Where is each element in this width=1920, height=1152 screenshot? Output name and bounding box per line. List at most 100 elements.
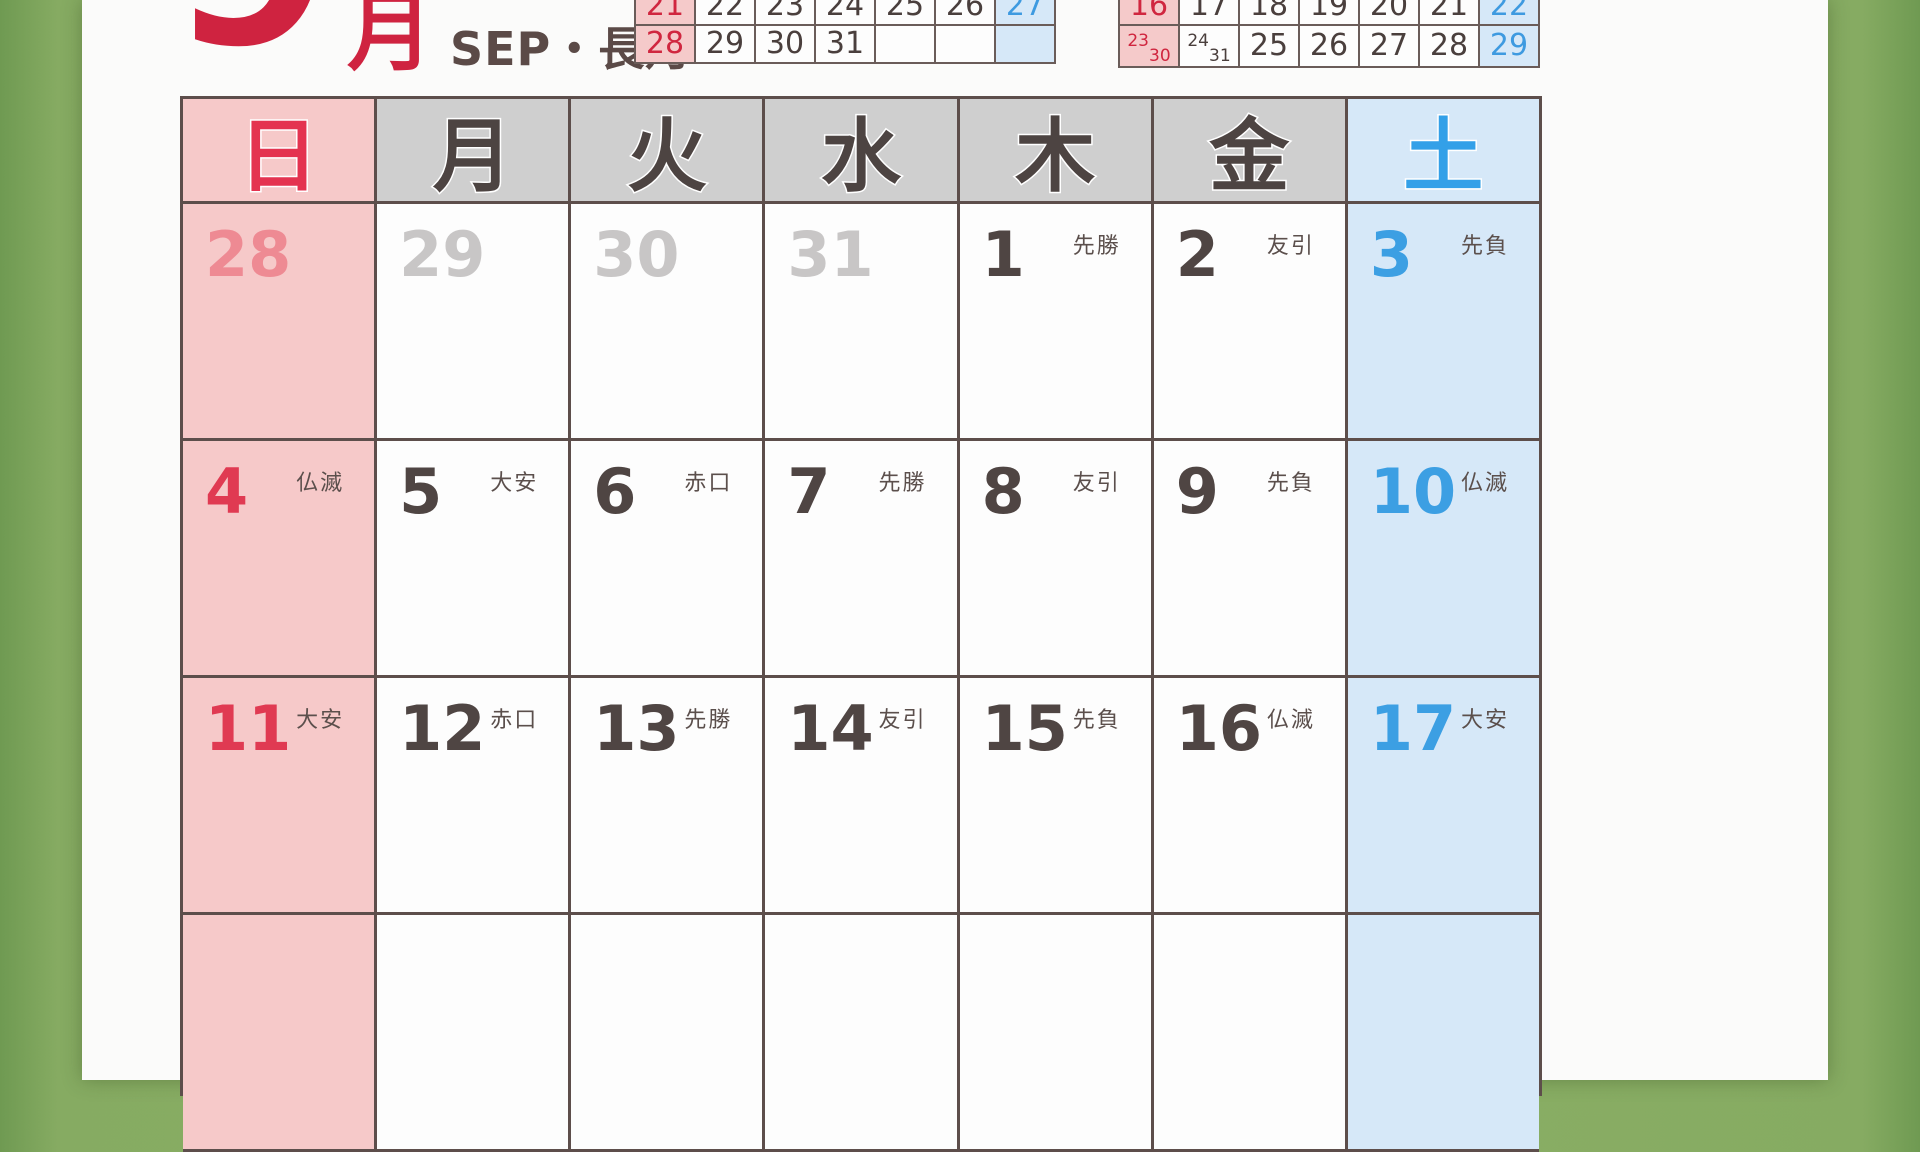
month-kanji: 月 bbox=[347, 0, 433, 83]
day-number: 12 bbox=[399, 692, 486, 765]
day-cell[interactable] bbox=[959, 915, 1154, 1152]
day-cell[interactable]: 5 大安 bbox=[377, 441, 572, 678]
weekday-header-row: 日月 火 水 木金土 bbox=[183, 99, 1539, 205]
day-number: 31 bbox=[787, 218, 874, 291]
mini-calendar-next: 16 17 18 19 20 21 22 2330 2431 25 26 27 28 29 bbox=[1118, 0, 1540, 68]
rokuyo-label: 仏滅 bbox=[1266, 708, 1315, 733]
mini-calendar-day bbox=[934, 24, 996, 64]
mini-calendar-day: 25 bbox=[874, 0, 936, 26]
mini-calendar-day: 25 bbox=[1238, 24, 1300, 68]
day-cell[interactable]: 17 大安 bbox=[1347, 678, 1539, 915]
rokuyo-label: 友引 bbox=[1266, 234, 1315, 259]
mini-calendar-day: 27 bbox=[1358, 24, 1420, 68]
day-number: 7 bbox=[787, 455, 831, 528]
mini-calendar-row: 21 22 23 24 25 26 27 bbox=[634, 0, 1056, 26]
mini-calendar-day: 22 bbox=[1478, 0, 1540, 26]
day-cell[interactable]: 13 先勝 bbox=[571, 678, 766, 915]
mini-calendar-day: 21 bbox=[1418, 0, 1480, 26]
weekday-header-cell: 土 bbox=[1347, 99, 1539, 205]
mini-calendar-row: 16 17 18 19 20 21 22 bbox=[1118, 0, 1540, 26]
rokuyo-label: 仏滅 bbox=[1460, 471, 1509, 496]
weekday-label: 月 bbox=[431, 109, 514, 205]
mini-calendar-day: 2431 bbox=[1178, 24, 1240, 68]
day-number: 15 bbox=[981, 692, 1068, 765]
day-cell[interactable]: 3 先負 bbox=[1347, 204, 1539, 441]
rokuyo-label: 大安 bbox=[490, 471, 539, 496]
mini-calendar-day: 18 bbox=[1238, 0, 1300, 26]
day-number: 4 bbox=[205, 455, 249, 528]
day-number: 29 bbox=[399, 218, 486, 291]
weekday-label: 火 bbox=[625, 109, 708, 205]
mini-calendar-day: 24 bbox=[814, 0, 876, 26]
day-cell[interactable]: 6 赤口 bbox=[571, 441, 766, 678]
rokuyo-label: 先勝 bbox=[684, 708, 733, 733]
rokuyo-label: 大安 bbox=[1460, 708, 1509, 733]
day-number: 13 bbox=[593, 692, 680, 765]
day-cell[interactable]: 16 仏滅 bbox=[1153, 678, 1348, 915]
week-row: 28 29 30 31 1 先勝 2 友引 3 先負 bbox=[183, 204, 1539, 441]
mini-calendar-day: 26 bbox=[1298, 24, 1360, 68]
day-number: 1 bbox=[981, 218, 1025, 291]
mini-calendar-row: 2330 2431 25 26 27 28 29 bbox=[1118, 24, 1540, 68]
day-cell[interactable]: 2 友引 bbox=[1153, 204, 1348, 441]
week-row: 4 仏滅 5 大安 6 赤口 7 先勝 8 友引 9 先負 10 仏滅 bbox=[183, 441, 1539, 678]
day-cell[interactable]: 14 友引 bbox=[765, 678, 960, 915]
day-cell[interactable]: 30 bbox=[571, 204, 766, 441]
mini-calendar-day: 30 bbox=[754, 24, 816, 64]
day-cell[interactable]: 12 赤口 bbox=[377, 678, 572, 915]
day-cell[interactable]: 28 bbox=[183, 204, 378, 441]
mini-day-number: 24 bbox=[1187, 31, 1209, 51]
day-cell[interactable] bbox=[571, 915, 766, 1152]
day-number: 9 bbox=[1175, 455, 1219, 528]
day-cell[interactable]: 11 大安 bbox=[183, 678, 378, 915]
day-cell[interactable]: 8 友引 bbox=[959, 441, 1154, 678]
day-number: 14 bbox=[787, 692, 874, 765]
day-cell[interactable]: 10 仏滅 bbox=[1347, 441, 1539, 678]
mini-day-number: 23 bbox=[1127, 31, 1149, 51]
day-cell[interactable] bbox=[1347, 915, 1539, 1152]
day-number: 28 bbox=[205, 218, 292, 291]
week-row bbox=[183, 915, 1539, 1152]
rokuyo-label: 先負 bbox=[1460, 234, 1509, 259]
day-cell[interactable]: 9 先負 bbox=[1153, 441, 1348, 678]
weekday-label: 木 bbox=[1014, 109, 1097, 205]
day-cell[interactable]: 4 仏滅 bbox=[183, 441, 378, 678]
month-number: 9 bbox=[172, 0, 332, 80]
mini-calendar-row: 28 29 30 31 bbox=[634, 24, 1056, 64]
rokuyo-label: 仏滅 bbox=[296, 471, 345, 496]
weekday-header-cell: 金 bbox=[1153, 99, 1348, 205]
rokuyo-label: 友引 bbox=[1072, 471, 1121, 496]
day-cell[interactable] bbox=[1153, 915, 1348, 1152]
day-number: 6 bbox=[593, 455, 637, 528]
weekday-header-cell: 水 bbox=[765, 99, 960, 205]
day-number: 2 bbox=[1175, 218, 1219, 291]
mini-calendar-day: 28 bbox=[1418, 24, 1480, 68]
rokuyo-label: 先負 bbox=[1266, 471, 1315, 496]
day-cell[interactable] bbox=[183, 915, 378, 1152]
day-cell[interactable]: 1 先勝 bbox=[959, 204, 1154, 441]
mini-calendar-day: 29 bbox=[1478, 24, 1540, 68]
day-cell[interactable]: 15 先負 bbox=[959, 678, 1154, 915]
mini-day-number: 31 bbox=[1209, 46, 1231, 66]
mini-calendar-day: 28 bbox=[634, 24, 696, 64]
mini-calendar-day: 31 bbox=[814, 24, 876, 64]
mini-calendar-day: 22 bbox=[694, 0, 756, 26]
rokuyo-label: 先勝 bbox=[1072, 234, 1121, 259]
mini-calendar-day bbox=[874, 24, 936, 64]
mini-calendar-day: 20 bbox=[1358, 0, 1420, 26]
weekday-header-cell: 火 bbox=[571, 99, 766, 205]
day-cell[interactable] bbox=[765, 915, 960, 1152]
day-cell[interactable] bbox=[377, 915, 572, 1152]
rokuyo-label: 友引 bbox=[878, 708, 927, 733]
day-cell[interactable]: 31 bbox=[765, 204, 960, 441]
mini-calendar-day: 2330 bbox=[1118, 24, 1180, 68]
mini-calendar-day: 16 bbox=[1118, 0, 1180, 26]
mini-calendar-day: 26 bbox=[934, 0, 996, 26]
weekday-header-cell: 日 bbox=[183, 99, 378, 205]
day-cell[interactable]: 7 先勝 bbox=[765, 441, 960, 678]
day-cell[interactable]: 29 bbox=[377, 204, 572, 441]
calendar-page: 9 月 SEP・長月 2122232425262728293031 161718… bbox=[82, 0, 1828, 1152]
mini-day-number: 30 bbox=[1149, 46, 1171, 66]
rokuyo-label: 赤口 bbox=[684, 471, 733, 496]
weekday-label: 水 bbox=[819, 109, 902, 205]
